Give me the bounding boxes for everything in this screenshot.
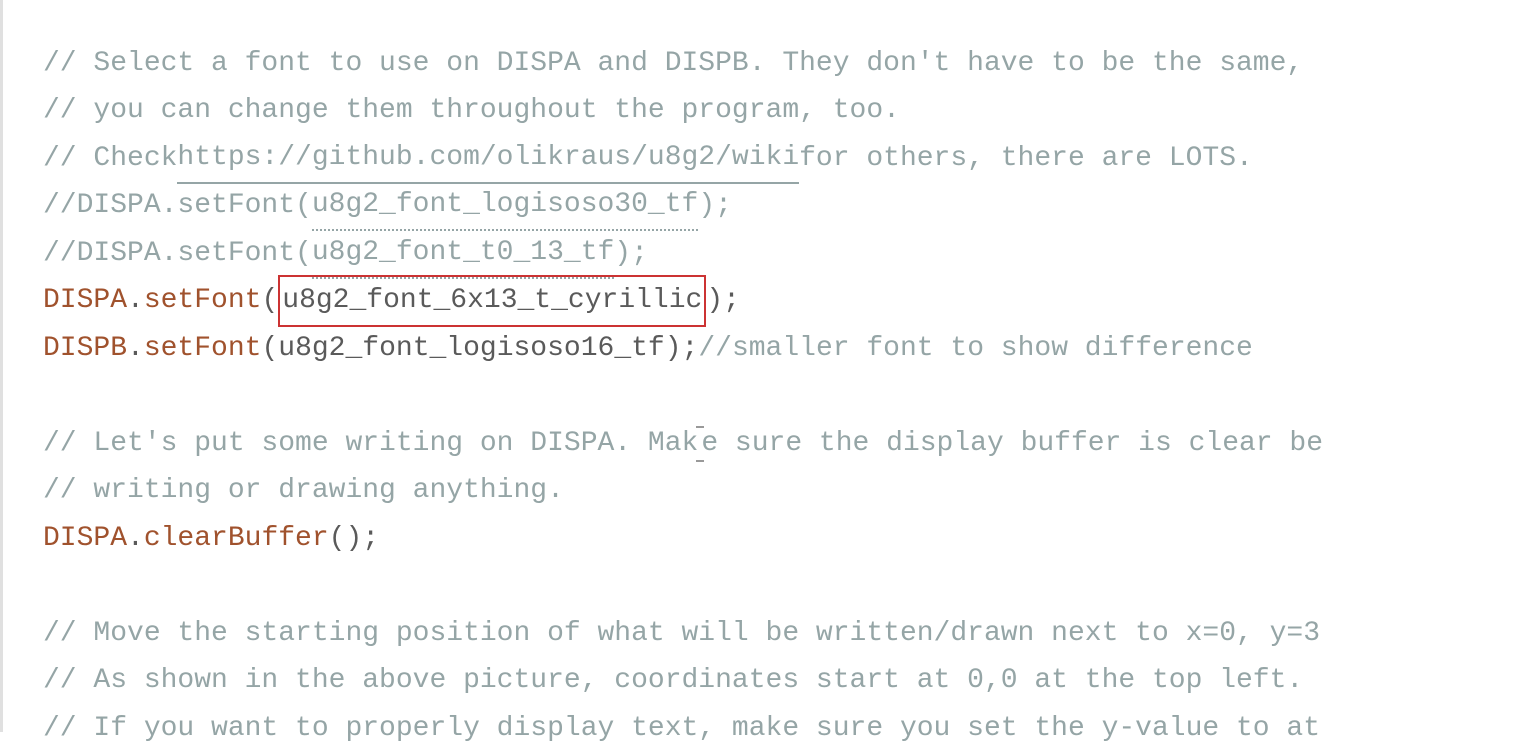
- comment-text: e sure the display buffer is clear be: [701, 420, 1323, 468]
- comment-identifier: u8g2_font_logisoso30_tf: [312, 181, 698, 231]
- code-line[interactable]: // Let's put some writing on DISPA. Make…: [43, 420, 1516, 468]
- font-argument: u8g2_font_logisoso16_tf: [278, 325, 664, 373]
- blank-line[interactable]: [43, 373, 1516, 421]
- highlighted-selection[interactable]: u8g2_font_6x13_t_cyrillic: [278, 275, 706, 327]
- comment-text: for others, there are LOTS.: [799, 135, 1253, 183]
- code-line[interactable]: DISPB.setFont(u8g2_font_logisoso16_tf );…: [43, 325, 1516, 373]
- comment-text: // you can change them throughout the pr…: [43, 87, 900, 135]
- comment-text: //DISPA.setFont(: [43, 182, 312, 230]
- code-line[interactable]: // writing or drawing anything.: [43, 468, 1516, 516]
- method-name: clearBuffer: [144, 515, 329, 563]
- font-argument: u8g2_font_6x13_t_cyrillic: [282, 285, 702, 316]
- comment-text: // Check: [43, 135, 177, 183]
- dot-operator: .: [127, 277, 144, 325]
- code-line[interactable]: // Check https://github.com/olikraus/u8g…: [43, 135, 1516, 183]
- code-line[interactable]: DISPA.setFont(u8g2_font_6x13_t_cyrillic …: [43, 278, 1516, 326]
- comment-text: // Let's put some writing on DISPA. Mak: [43, 420, 698, 468]
- comment-text: // Select a font to use on DISPA and DIS…: [43, 40, 1303, 88]
- comment-text: //smaller font to show difference: [698, 325, 1253, 373]
- code-line[interactable]: // Select a font to use on DISPA and DIS…: [43, 40, 1516, 88]
- comment-identifier: u8g2_font_t0_13_tf: [312, 229, 614, 279]
- object-name: DISPB: [43, 325, 127, 373]
- object-name: DISPA: [43, 515, 127, 563]
- method-name: setFont: [144, 325, 262, 373]
- text-cursor-icon: [700, 428, 701, 460]
- code-editor[interactable]: // Select a font to use on DISPA and DIS…: [0, 0, 1516, 732]
- paren-open: (: [261, 277, 278, 325]
- code-line[interactable]: DISPA.clearBuffer();: [43, 515, 1516, 563]
- comment-text: );: [698, 182, 732, 230]
- dot-operator: .: [127, 325, 144, 373]
- blank-line[interactable]: [43, 563, 1516, 611]
- code-line[interactable]: //DISPA.setFont(u8g2_font_logisoso30_tf …: [43, 183, 1516, 231]
- url-link[interactable]: https://github.com/olikraus/u8g2/wiki: [177, 134, 799, 184]
- comment-text: // If you want to properly display text,…: [43, 705, 1320, 753]
- dot-operator: .: [127, 515, 144, 563]
- paren-open: (: [261, 325, 278, 373]
- code-line[interactable]: // As shown in the above picture, coordi…: [43, 658, 1516, 706]
- code-line[interactable]: // If you want to properly display text,…: [43, 705, 1516, 753]
- code-line[interactable]: // you can change them throughout the pr…: [43, 88, 1516, 136]
- object-name: DISPA: [43, 277, 127, 325]
- code-line[interactable]: //DISPA.setFont(u8g2_font_t0_13_tf);: [43, 230, 1516, 278]
- paren-close: );: [665, 325, 699, 373]
- paren-close: );: [706, 277, 740, 325]
- comment-text: // As shown in the above picture, coordi…: [43, 657, 1303, 705]
- comment-text: //DISPA.setFont(: [43, 230, 312, 278]
- comment-text: // writing or drawing anything.: [43, 467, 564, 515]
- comment-text: );: [614, 230, 648, 278]
- code-line[interactable]: // Move the starting position of what wi…: [43, 610, 1516, 658]
- method-name: setFont: [144, 277, 262, 325]
- comment-text: // Move the starting position of what wi…: [43, 610, 1320, 658]
- paren-close: ();: [329, 515, 379, 563]
